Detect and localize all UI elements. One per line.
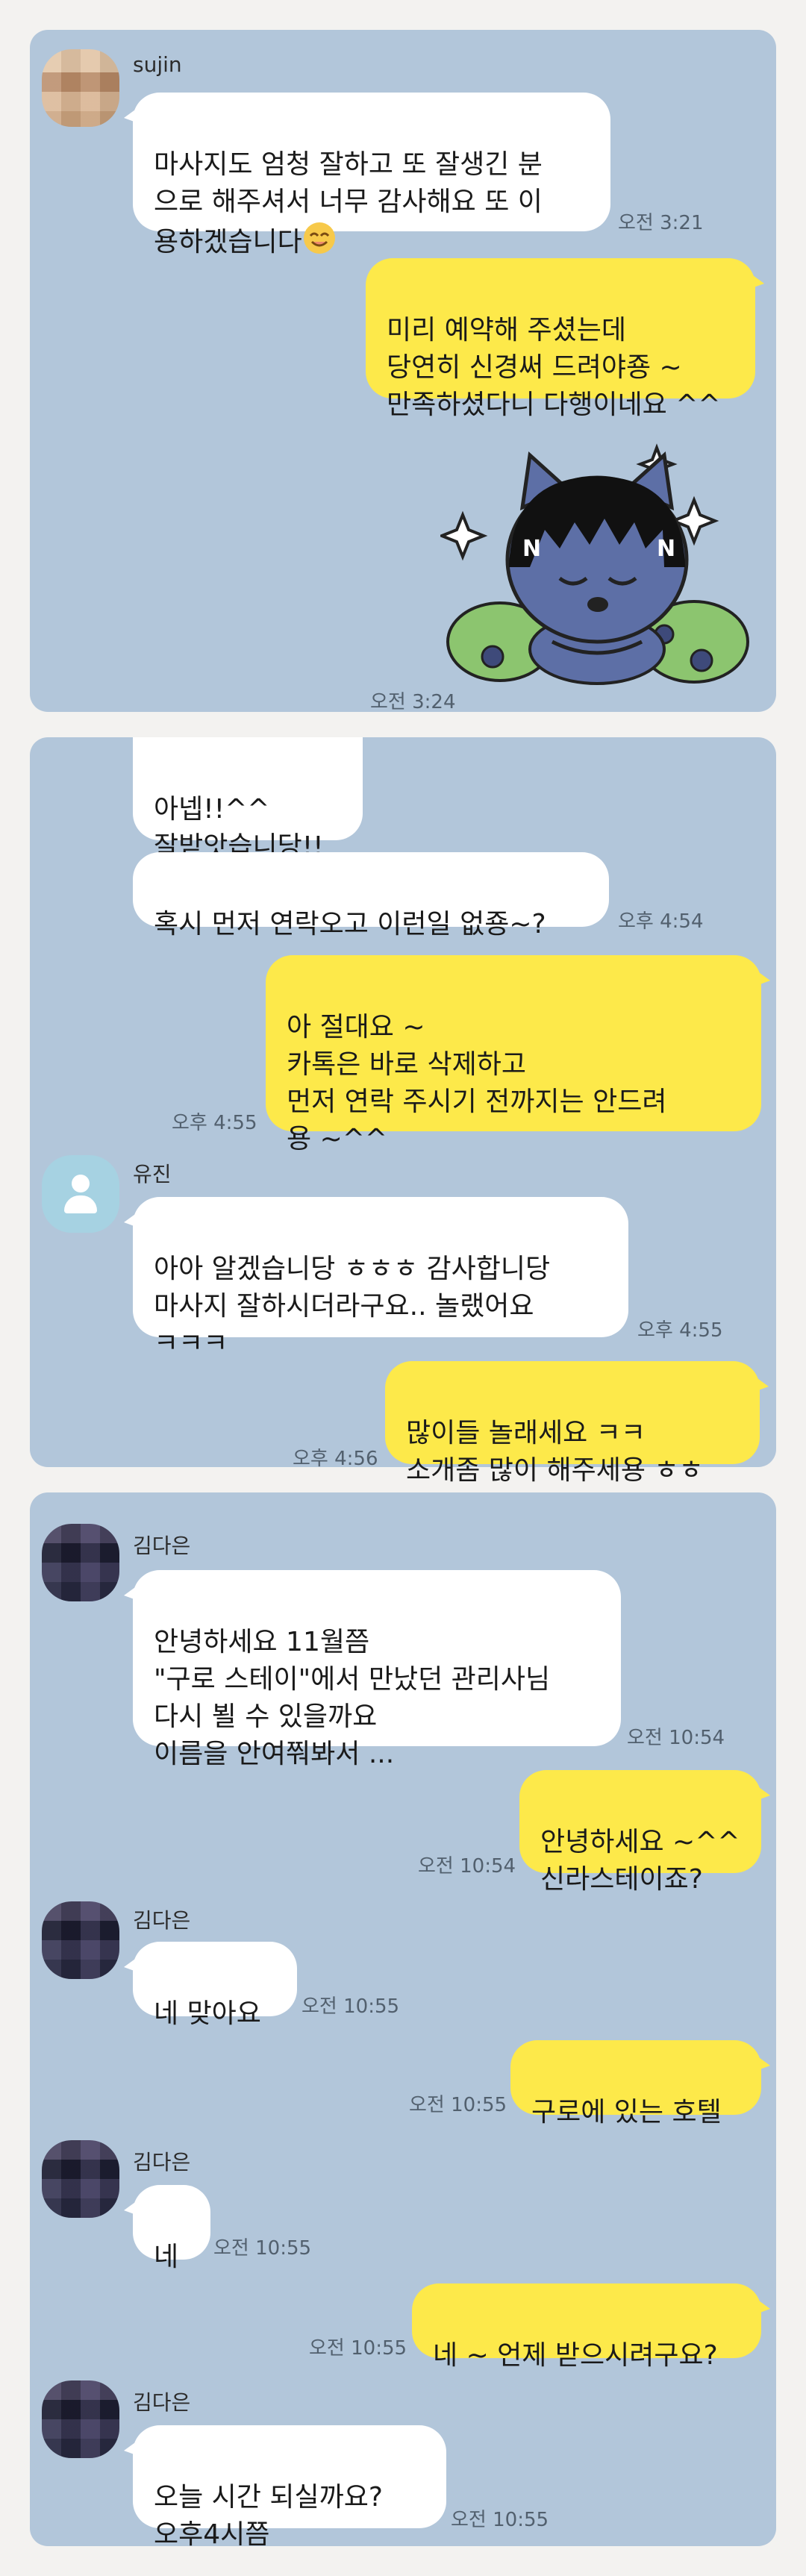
message-text: 혹시 먼저 연락오고 이런일 없죵~? [154,909,546,940]
message-text: 네 [154,2242,179,2272]
incoming-message-bubble[interactable]: 안녕하세요 11월쯤 "구로 스테이"에서 만났던 관리사님 다시 뵐 수 있을… [124,1570,621,1769]
incoming-message-bubble[interactable]: 아넵!!^^ 잘받앗습니당!! [133,737,363,862]
sticker-badge-right: N [657,536,675,562]
incoming-message-bubble[interactable]: 네 [124,2185,210,2272]
sender-avatar[interactable] [42,2140,119,2218]
message-text: 아아 알겠습니당 ㅎㅎㅎ 감사합니당 마사지 잘하시더라구요.. 놀랬어요 ㅋㅋ… [154,1254,551,1359]
message-text: 네 ~ 언제 받으시려구요? [433,2340,718,2371]
message-time: 오전 10:55 [409,2094,507,2116]
message-time: 오전 10:55 [213,2237,312,2260]
message-text: 마사지도 엄청 잘하고 또 잘생긴 분 으로 해주셔서 너무 감사해요 또 이 … [154,149,543,257]
outgoing-message-bubble[interactable]: 네 ~ 언제 받으시려구요? [412,2283,770,2371]
outgoing-message-bubble[interactable]: 구로에 있는 호텔 [510,2040,770,2128]
message-time: 오후 4:55 [637,1319,723,1342]
sender-name: 김다은 [133,1908,191,1933]
chat-panel-2: 아넵!!^^ 잘받앗습니당!! 혹시 먼저 연락오고 이런일 없죵~? 오후 4… [30,737,776,1486]
message-text: 네 맞아요 [154,1998,261,2029]
message-time: 오전 10:55 [302,1995,400,2018]
sender-name: 김다은 [133,2390,191,2415]
sender-name: 유진 [133,1162,172,1187]
sender-name: 김다은 [133,1534,191,1558]
sender-avatar[interactable] [42,49,119,127]
sender-name: 김다은 [133,2150,191,2175]
message-time: 오후 4:56 [293,1448,378,1470]
sticker-time: 오전 3:24 [370,691,456,713]
message-time: 오후 4:54 [618,910,704,933]
message-text: 미리 예약해 주셨는데 당연히 신경써 드려야죵 ~ 만족하셨다니 다행이네요 … [387,315,721,420]
incoming-message-bubble[interactable]: 혹시 먼저 연락오고 이런일 없죵~? [133,852,609,940]
message-text: 아 절대요 ~ 카톡은 바로 삭제하고 먼저 연락 주시기 전까지는 안드려 용… [287,1012,667,1154]
sender-avatar[interactable] [42,1901,119,1979]
sender-avatar[interactable] [42,1524,119,1601]
smiling-face-icon [302,221,337,266]
sender-name: sujin [133,52,182,77]
default-avatar[interactable] [42,1155,119,1233]
person-silhouette-icon [72,1175,90,1192]
sticker-badge-left: N [522,536,541,562]
chat-panel-1: sujin 마사지도 엄청 잘하고 또 잘생긴 분 으로 해주셔서 너무 감사해… [30,30,776,713]
chat-panel-3: 김다은 안녕하세요 11월쯤 "구로 스테이"에서 만났던 관리사님 다시 뵐 … [30,1492,776,2550]
incoming-message-bubble[interactable]: 오늘 시간 되실까요? 오후4시쯤 [124,2425,446,2550]
message-time: 오전 10:54 [627,1727,725,1749]
incoming-message-bubble[interactable]: 네 맞아요 [124,1942,297,2029]
message-text: 오늘 시간 되실까요? 오후4시쯤 [154,2482,383,2550]
outgoing-message-bubble[interactable]: 미리 예약해 주셨는데 당연히 신경써 드려야죵 ~ 만족하셨다니 다행이네요 … [366,258,764,420]
message-time: 오전 3:21 [618,212,704,234]
message-text: 안녕하세요 ~^^ 신라스테이죠? [540,1827,740,1895]
message-text: 안녕하세요 11월쯤 "구로 스테이"에서 만났던 관리사님 다시 뵐 수 있을… [154,1627,551,1769]
kakao-character-sticker[interactable]: N N [437,418,754,687]
outgoing-message-bubble[interactable]: 많이들 놀래세요 ㅋㅋ 소개좀 많이 해주세용 ㅎㅎ [385,1361,769,1486]
outgoing-message-bubble[interactable]: 안녕하세요 ~^^ 신라스테이죠? [519,1770,770,1895]
message-time: 오전 10:55 [309,2337,407,2360]
message-text: 구로에 있는 호텔 [531,2097,722,2128]
incoming-message-bubble[interactable]: 마사지도 엄청 잘하고 또 잘생긴 분 으로 해주셔서 너무 감사해요 또 이 … [124,93,610,257]
message-time: 오전 10:54 [418,1855,516,1878]
incoming-message-bubble[interactable]: 아아 알겠습니당 ㅎㅎㅎ 감사합니당 마사지 잘하시더라구요.. 놀랬어요 ㅋㅋ… [124,1197,628,1359]
outgoing-message-bubble[interactable]: 아 절대요 ~ 카톡은 바로 삭제하고 먼저 연락 주시기 전까지는 안드려 용… [266,955,770,1154]
sender-avatar[interactable] [42,2380,119,2458]
message-time: 오전 10:55 [451,2509,549,2531]
message-text: 많이들 놀래세요 ㅋㅋ 소개좀 많이 해주세용 ㅎㅎ [406,1418,704,1486]
message-time: 오후 4:55 [172,1112,257,1134]
